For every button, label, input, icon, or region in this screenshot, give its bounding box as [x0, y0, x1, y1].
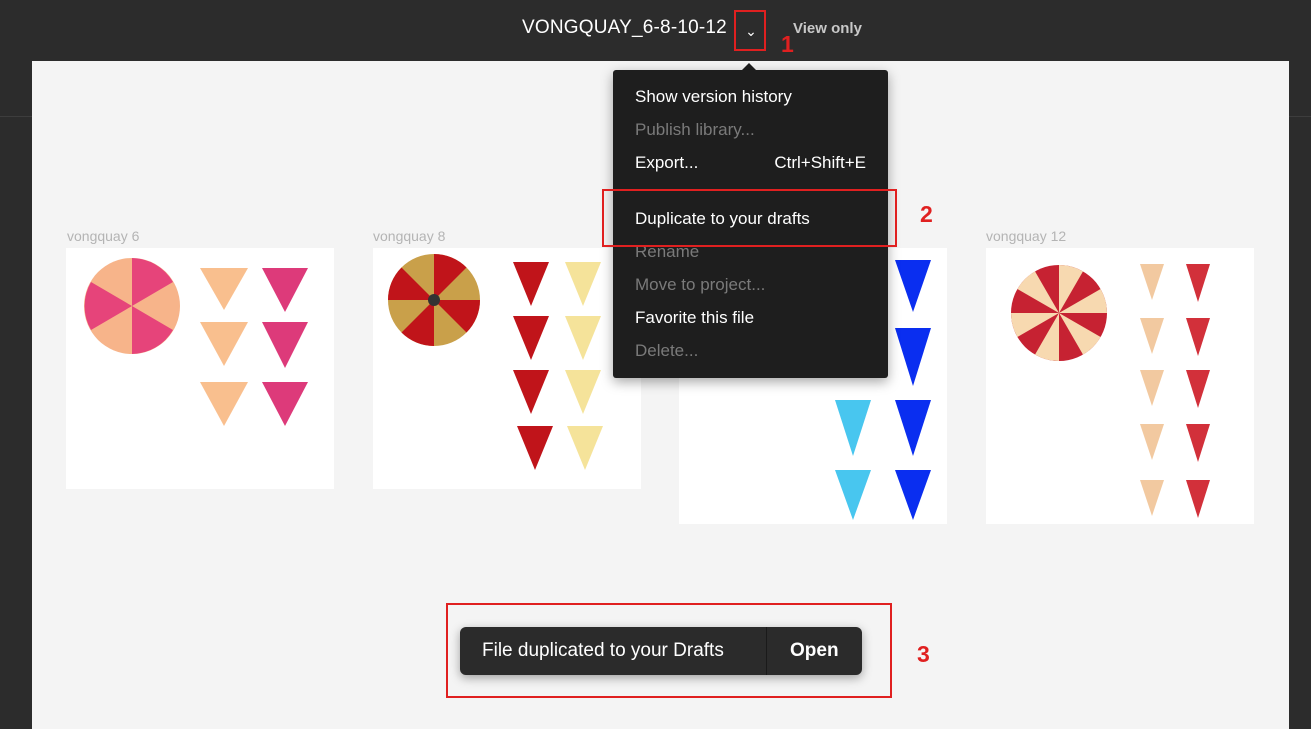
- frame-vongquay-8[interactable]: [373, 248, 641, 489]
- toast-divider: [766, 627, 767, 675]
- menu-item-move-to-project[interactable]: Move to project...: [635, 275, 765, 295]
- divider: [1289, 116, 1311, 117]
- toast-open-button[interactable]: Open: [790, 640, 839, 662]
- wheel-12-artwork: [1011, 264, 1210, 518]
- menu-item-favorite-file[interactable]: Favorite this file: [635, 308, 754, 328]
- frame-label-vongquay-12[interactable]: vongquay 12: [986, 228, 1066, 244]
- export-shortcut: Ctrl+Shift+E: [774, 153, 866, 172]
- divider: [0, 116, 32, 117]
- menu-item-show-version-history[interactable]: Show version history: [635, 87, 792, 107]
- annotation-step-2: 2: [920, 201, 933, 227]
- toast-notification: File duplicated to your Drafts Open: [460, 627, 862, 675]
- frame-label-vongquay-6[interactable]: vongquay 6: [67, 228, 139, 244]
- annotation-step-3: 3: [917, 641, 930, 667]
- file-title[interactable]: VONGQUAY_6-8-10-12: [522, 17, 727, 39]
- right-panel-edge: [1289, 61, 1311, 729]
- annotation-box-1: [734, 10, 766, 51]
- top-bar: VONGQUAY_6-8-10-12 ⌄ View only: [0, 0, 1311, 62]
- wheel-8-artwork: [388, 254, 603, 470]
- wheel-6-artwork: [84, 258, 308, 426]
- menu-item-publish-library[interactable]: Publish library...: [635, 120, 755, 140]
- annotation-box-2: [602, 189, 897, 247]
- frame-label-vongquay-8[interactable]: vongquay 8: [373, 228, 445, 244]
- left-panel-edge: [0, 61, 32, 729]
- annotation-step-1: 1: [781, 31, 794, 57]
- menu-item-export[interactable]: Export...: [635, 153, 698, 173]
- view-only-badge: View only: [793, 20, 862, 37]
- menu-item-delete[interactable]: Delete...: [635, 341, 698, 361]
- frame-vongquay-6[interactable]: [66, 248, 334, 489]
- toast-message: File duplicated to your Drafts: [482, 640, 724, 661]
- frame-vongquay-12[interactable]: [986, 248, 1254, 524]
